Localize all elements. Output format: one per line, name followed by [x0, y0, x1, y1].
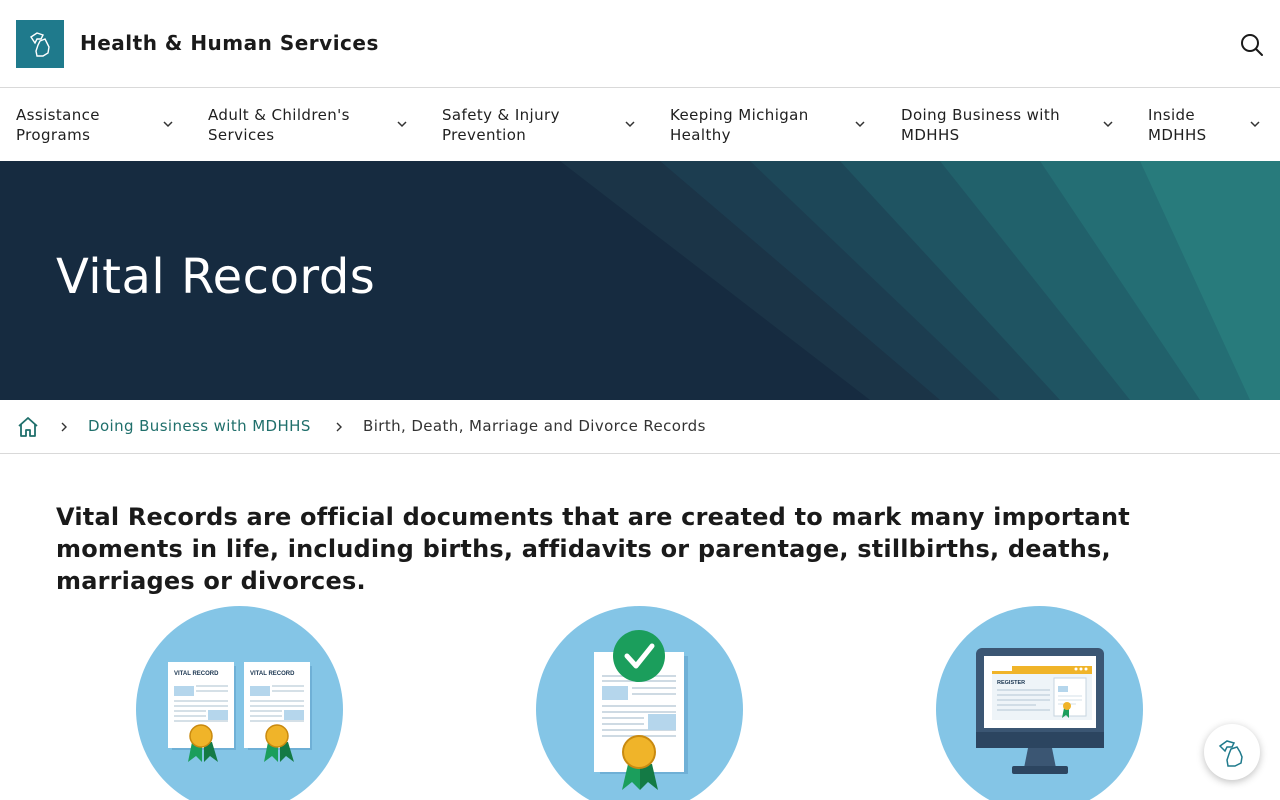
- chevron-right-icon: [336, 422, 342, 432]
- nav-inside-mdhhs[interactable]: Inside MDHHS: [1148, 89, 1268, 161]
- chevron-down-icon: [163, 121, 173, 128]
- nav-label: Assistance Programs: [16, 106, 100, 144]
- nav-assistance-programs[interactable]: Assistance Programs: [16, 89, 176, 161]
- nav-label: Doing Business with MDHHS: [901, 106, 1061, 144]
- breadcrumb-link-doing-business[interactable]: Doing Business with MDHHS: [88, 417, 311, 435]
- michigan-logo-icon[interactable]: [16, 20, 64, 68]
- chevron-down-icon: [1250, 121, 1260, 128]
- main-nav: Assistance Programs Adult & Children's S…: [0, 89, 1280, 161]
- nav-label: Keeping Michigan Healthy: [670, 106, 809, 144]
- nav-doing-business-with-mdhhs[interactable]: Doing Business with MDHHS: [901, 89, 1121, 161]
- register-label: REGISTER: [997, 680, 1025, 686]
- nav-keeping-michigan-healthy[interactable]: Keeping Michigan Healthy: [670, 89, 870, 161]
- michigan-map-icon: [1218, 740, 1243, 767]
- breadcrumb-current: Birth, Death, Marriage and Divorce Recor…: [363, 417, 706, 435]
- site-title[interactable]: Health & Human Services: [80, 31, 379, 55]
- nav-safety-injury-prevention[interactable]: Safety & Injury Prevention: [442, 89, 642, 161]
- search-icon: [1241, 34, 1263, 56]
- hero-banner: Vital Records: [0, 161, 1280, 400]
- intro-text: Vital Records are official documents tha…: [56, 503, 1130, 595]
- chevron-down-icon: [397, 121, 407, 128]
- chevron-down-icon: [625, 121, 635, 128]
- site-header: Health & Human Services: [0, 0, 1280, 88]
- nav-label: Adult & Children's Services: [208, 106, 350, 144]
- online-register-illustration: REGISTER: [936, 606, 1143, 800]
- nav-label: Safety & Injury Prevention: [442, 106, 560, 144]
- vital-records-illustration: VITAL RECORD VITAL RECORD: [136, 606, 343, 800]
- page-title: Vital Records: [56, 249, 376, 305]
- search-button[interactable]: [1238, 31, 1266, 59]
- nav-adult-childrens-services[interactable]: Adult & Children's Services: [208, 89, 408, 161]
- chevron-down-icon: [1103, 121, 1113, 128]
- chevron-right-icon: [61, 422, 67, 432]
- verified-record-illustration: [536, 606, 743, 800]
- nav-label: Inside MDHHS: [1148, 106, 1207, 144]
- home-icon[interactable]: [16, 415, 40, 439]
- chevron-down-icon: [855, 121, 865, 128]
- card-label: VITAL RECORD: [250, 671, 295, 677]
- assistant-chat-button[interactable]: [1204, 724, 1260, 780]
- card-label: VITAL RECORD: [174, 671, 219, 677]
- breadcrumb: Doing Business with MDHHS Birth, Death, …: [0, 400, 1280, 454]
